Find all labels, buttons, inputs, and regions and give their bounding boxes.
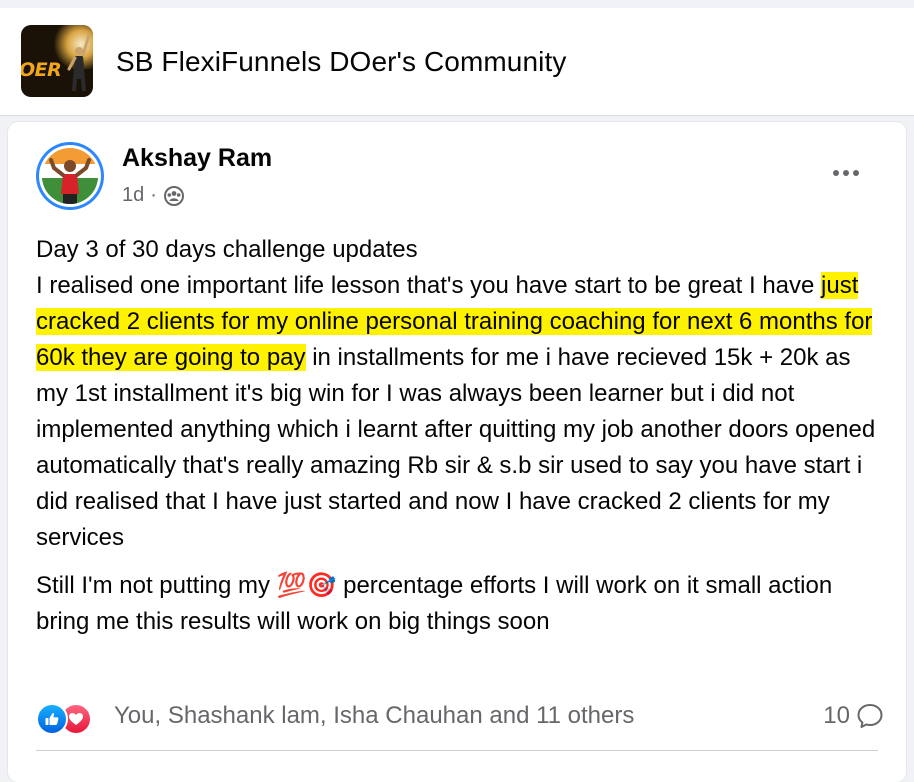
comment-icon xyxy=(857,704,883,728)
reaction-names[interactable]: You, Shashank lam, Isha Chauhan and 11 o… xyxy=(114,702,634,730)
post-text-before-emoji: Still I'm not putting my xyxy=(36,572,277,599)
post-meta: 1d · xyxy=(122,184,185,207)
emoji-hundred-target: 💯🎯 xyxy=(276,572,337,599)
meta-separator: · xyxy=(150,184,157,206)
group-header: OER SB FlexiFunnels DOer's Community xyxy=(0,8,914,116)
post-card: Akshay Ram 1d · Day 3 of 30 days challen… xyxy=(8,122,906,782)
avatar-frame xyxy=(39,145,101,207)
post-text-after-highlight: in installments for me i have recieved 1… xyxy=(36,344,876,551)
avatar-person-icon xyxy=(42,148,98,204)
reaction-icons[interactable] xyxy=(36,701,106,735)
like-icon xyxy=(36,703,68,735)
logo-text: OER xyxy=(21,59,62,81)
comment-count-button[interactable]: 10 xyxy=(823,702,884,730)
action-divider xyxy=(36,750,878,751)
more-dot xyxy=(853,170,859,176)
post-text-before-highlight: I realised one important life lesson tha… xyxy=(36,272,822,299)
group-title[interactable]: SB FlexiFunnels DOer's Community xyxy=(116,46,566,78)
group-logo[interactable]: OER xyxy=(21,25,93,97)
post-text: Day 3 of 30 days challenge updates I real… xyxy=(36,232,884,640)
group-audience-icon xyxy=(163,185,184,206)
thumbs-up-icon xyxy=(45,713,59,725)
logo-figure-icon xyxy=(67,33,91,91)
more-dot xyxy=(843,170,849,176)
author-name[interactable]: Akshay Ram xyxy=(122,144,272,173)
avatar-image xyxy=(42,148,98,204)
post-time[interactable]: 1d xyxy=(122,184,144,207)
author-avatar[interactable] xyxy=(36,142,104,210)
comment-count: 10 xyxy=(823,702,850,729)
post-line-1: Day 3 of 30 days challenge updates xyxy=(36,236,418,263)
reactions-bar: You, Shashank lam, Isha Chauhan and 11 o… xyxy=(36,698,886,735)
post-paragraph-1: Day 3 of 30 days challenge updates I real… xyxy=(36,232,884,556)
post-paragraph-2: Still I'm not putting my 💯🎯 percentage e… xyxy=(36,568,884,640)
more-options-icon[interactable] xyxy=(826,160,866,186)
heart-icon xyxy=(69,713,83,725)
more-dot xyxy=(833,170,839,176)
